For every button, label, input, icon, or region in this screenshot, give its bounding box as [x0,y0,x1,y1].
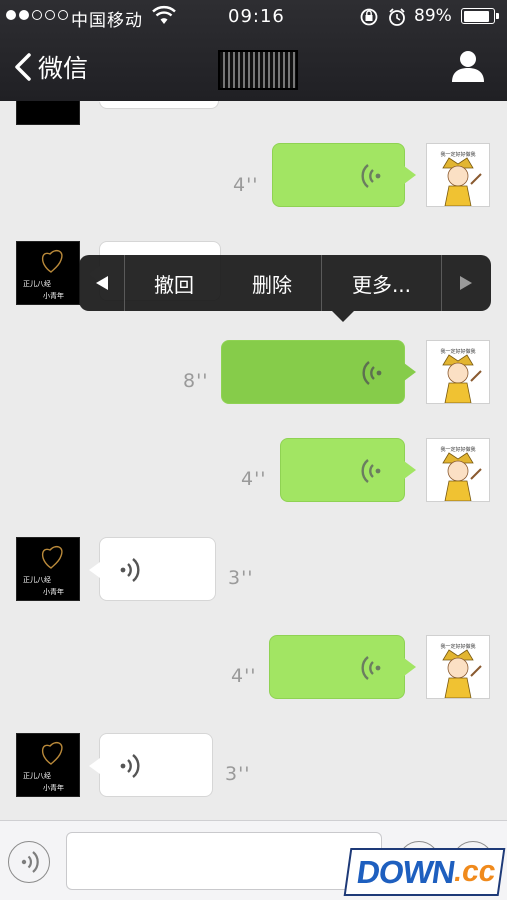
avatar-text: 正儿八经 [23,279,51,288]
wifi-icon [152,5,176,24]
voice-wave-icon [120,754,140,778]
message-input[interactable] [66,832,382,890]
message-list[interactable]: 4'' 我一定好好做我 正儿八经 小青年 8'' 我一定好好做我 4'' 我一定… [0,101,507,820]
heart-avatar-icon: 正儿八经 小青年 [23,545,64,596]
voice-duration: 3'' [228,567,254,589]
avatar-text: 小青年 [43,783,64,792]
incoming-voice-message[interactable] [89,537,216,601]
my-avatar[interactable]: 我一定好好做我 [426,143,490,207]
cartoon-avatar-icon: 我一定好好做我 [440,348,482,403]
contact-profile-icon[interactable] [448,46,488,86]
contact-avatar[interactable]: 正儿八经 小青年 [16,241,80,305]
selected-voice-message[interactable] [221,340,416,404]
avatar-caption: 我一定好好做我 [440,446,475,453]
back-button[interactable]: 微信 [12,47,88,87]
chevron-left-icon [15,53,31,81]
voice-wave-icon [120,558,140,582]
cartoon-avatar-icon: 我一定好好做我 [440,643,482,698]
chat-title-redacted [218,50,298,90]
battery-fill [463,10,490,22]
cartoon-avatar-icon: 我一定好好做我 [440,151,482,206]
signal-dot [58,10,68,20]
avatar-caption: 我一定好好做我 [440,643,475,650]
contact-avatar[interactable]: 正儿八经 小青年 [16,733,80,797]
voice-wave-icon [361,656,381,680]
voice-duration: 8'' [183,370,209,392]
back-label: 微信 [38,54,89,83]
site-watermark-logo: DOWN . cc [343,848,506,896]
menu-item-more[interactable]: 更多... [322,255,441,311]
menu-item-recall[interactable]: 撤回 [125,255,223,311]
watermark-text: DOWN [354,853,457,890]
voice-duration: 4'' [231,665,257,687]
avatar-text: 小青年 [43,587,64,596]
voice-input-toggle[interactable] [8,841,50,883]
signal-strength-icon [6,10,68,20]
voice-icon [21,851,39,873]
battery-percentage: 89% [414,6,452,26]
voice-duration: 4'' [241,468,267,490]
rotation-lock-alarm-icon [360,8,405,26]
my-avatar[interactable]: 我一定好好做我 [426,635,490,699]
my-avatar[interactable]: 我一定好好做我 [426,340,490,404]
voice-wave-icon [361,164,381,188]
menu-item-delete[interactable]: 删除 [223,255,321,311]
menu-prev-button[interactable] [79,255,124,311]
cartoon-avatar-icon: 我一定好好做我 [440,446,482,501]
signal-dot [6,10,16,20]
voice-duration: 4'' [233,174,259,196]
navigation-bar: 微信 [0,34,507,101]
heart-avatar-icon: 正儿八经 小青年 [23,249,64,300]
voice-wave-icon [361,459,381,483]
menu-next-button[interactable] [442,255,489,311]
avatar-caption: 我一定好好做我 [440,348,475,355]
avatar-caption: 我一定好好做我 [440,151,475,158]
avatar-text: 小青年 [43,291,64,300]
contact-avatar[interactable]: 正儿八经 小青年 [16,537,80,601]
battery-icon [461,8,499,24]
my-avatar[interactable]: 我一定好好做我 [426,438,490,502]
triangle-right-icon [459,276,472,290]
signal-dot [45,10,55,20]
message-context-menu: 撤回 删除 更多... [79,255,491,322]
avatar-text: 正儿八经 [23,771,51,780]
incoming-voice-message[interactable] [89,101,219,109]
incoming-voice-message[interactable] [89,733,213,797]
carrier-name: 中国移动 [71,11,143,31]
signal-dot [32,10,42,20]
status-bar: 中国移动 09:16 89% [0,0,507,34]
top-bar: 中国移动 09:16 89% 微信 [0,0,507,101]
watermark-suffix: cc [459,855,498,888]
voice-duration: 3'' [225,763,251,785]
outgoing-voice-message[interactable] [269,635,416,699]
triangle-left-icon [95,276,108,290]
avatar-text: 正儿八经 [23,575,51,584]
contact-avatar[interactable] [16,101,80,125]
clock-time: 09:16 [228,6,285,27]
heart-avatar-icon: 正儿八经 小青年 [23,741,64,792]
outgoing-voice-message[interactable] [272,143,416,207]
voice-wave-icon [362,361,382,385]
outgoing-voice-message[interactable] [280,438,416,502]
signal-dot [19,10,29,20]
